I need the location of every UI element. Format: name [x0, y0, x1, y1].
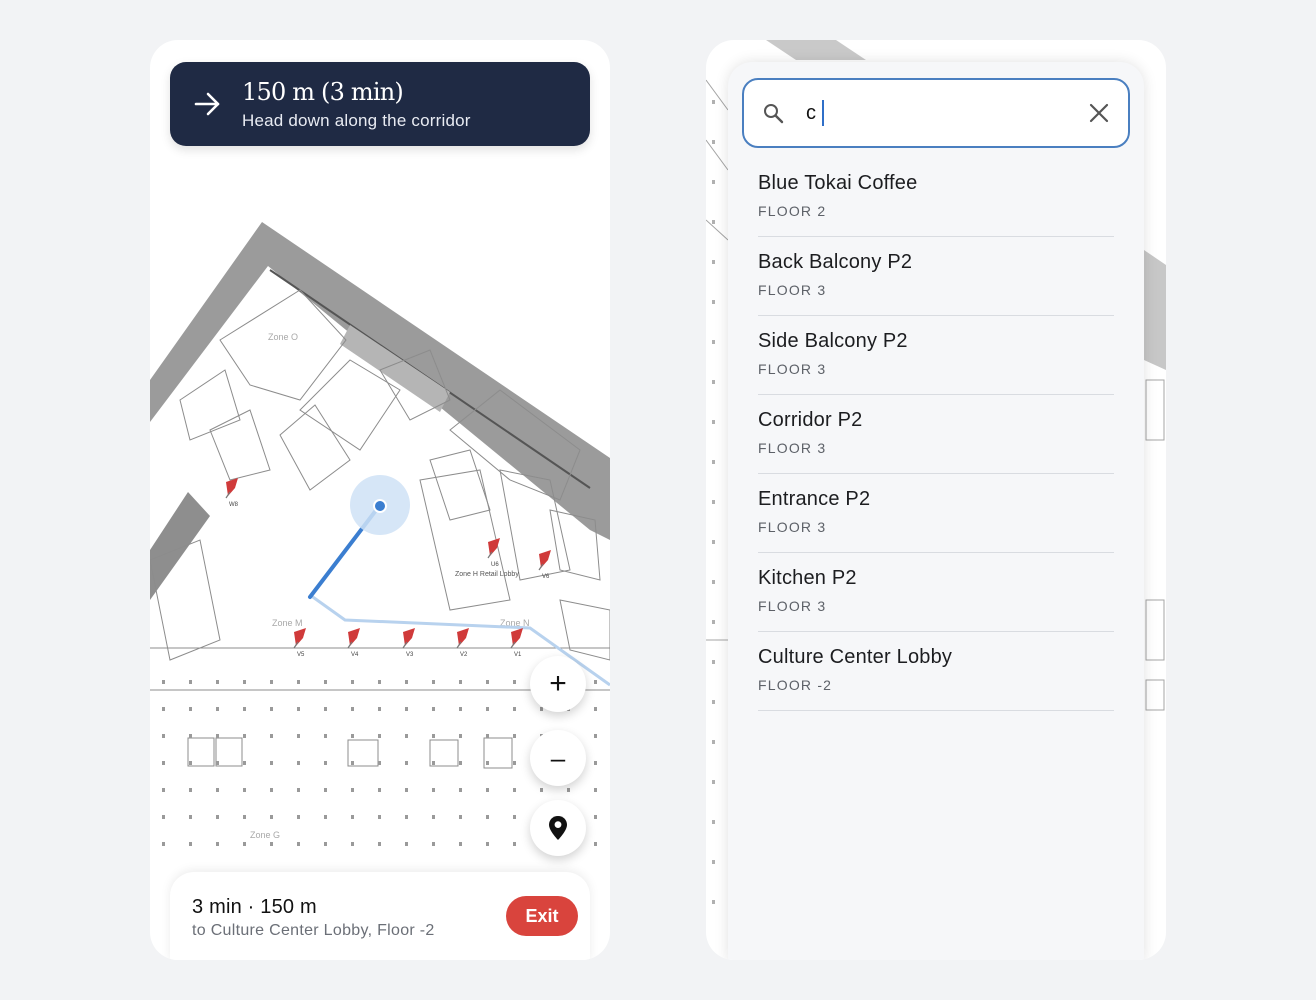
result-floor: FLOOR 3	[758, 440, 827, 456]
result-name: Side Balcony P2	[758, 330, 908, 352]
search-input[interactable]	[806, 98, 1066, 128]
search-results-list: Blue Tokai Coffee FLOOR 2 Back Balcony P…	[758, 158, 1114, 711]
zoom-in-button[interactable]: +	[530, 656, 586, 712]
map-pin-label: V3	[406, 652, 414, 658]
navigation-screen: Zone O Zone M Zone N Zone G Zone H Retai…	[150, 40, 610, 960]
zone-label: Zone H Retail Lobby	[455, 571, 519, 578]
plus-icon: +	[549, 667, 567, 700]
result-name: Culture Center Lobby	[758, 646, 953, 668]
result-floor: FLOOR 3	[758, 598, 827, 614]
result-floor: FLOOR 3	[758, 519, 827, 535]
map-pin-label: V1	[514, 652, 522, 658]
exit-navigation-button[interactable]: Exit	[506, 896, 578, 936]
result-name: Back Balcony P2	[758, 251, 913, 273]
search-result-item[interactable]: Kitchen P2 FLOOR 3	[758, 553, 1114, 632]
map-pin-label: U6	[491, 562, 499, 568]
search-result-item[interactable]: Culture Center Lobby FLOOR -2	[758, 632, 1114, 711]
user-location-dot	[373, 499, 387, 513]
text-cursor	[822, 100, 824, 126]
search-result-item[interactable]: Blue Tokai Coffee FLOOR 2	[758, 158, 1114, 237]
turn-instruction-banner: 150 m (3 min) Head down along the corrid…	[170, 62, 590, 146]
result-floor: FLOOR 2	[758, 203, 827, 219]
zone-label: Zone M	[272, 618, 303, 628]
location-pin-icon	[549, 816, 567, 840]
search-results-panel: Blue Tokai Coffee FLOOR 2 Back Balcony P…	[728, 62, 1144, 960]
map-pin-label: V6	[542, 574, 550, 580]
zone-label: Zone O	[268, 332, 298, 342]
map-pin-label: V4	[351, 652, 359, 658]
route-eta: 3 min · 150 m	[192, 896, 317, 918]
result-name: Blue Tokai Coffee	[758, 172, 918, 194]
search-result-item[interactable]: Back Balcony P2 FLOOR 3	[758, 237, 1114, 316]
instruction-detail: Head down along the corridor	[242, 111, 471, 130]
minus-icon: –	[550, 742, 566, 773]
result-name: Entrance P2	[758, 488, 871, 510]
map-pin-label: W8	[229, 502, 239, 508]
result-floor: FLOOR 3	[758, 361, 827, 377]
map-pin-label: V5	[297, 652, 305, 658]
search-result-item[interactable]: Corridor P2 FLOOR 3	[758, 395, 1114, 474]
result-floor: FLOOR -2	[758, 677, 833, 693]
search-icon	[764, 104, 784, 124]
close-icon[interactable]	[1088, 102, 1110, 124]
search-field[interactable]	[742, 78, 1130, 148]
recenter-location-button[interactable]	[530, 800, 586, 856]
result-floor: FLOOR 3	[758, 282, 827, 298]
search-screen: Blue Tokai Coffee FLOOR 2 Back Balcony P…	[706, 40, 1166, 960]
route-summary-card: 3 min · 150 m to Culture Center Lobby, F…	[170, 872, 590, 960]
zone-label: Zone G	[250, 830, 280, 840]
arrow-right-icon	[194, 92, 220, 116]
route-destination: to Culture Center Lobby, Floor -2	[192, 922, 435, 939]
map-pin-label: V2	[460, 652, 468, 658]
zoom-out-button[interactable]: –	[530, 730, 586, 786]
result-name: Corridor P2	[758, 409, 863, 431]
instruction-distance: 150 m (3 min)	[242, 78, 404, 106]
search-result-item[interactable]: Entrance P2 FLOOR 3	[758, 474, 1114, 553]
search-result-item[interactable]: Side Balcony P2 FLOOR 3	[758, 316, 1114, 395]
result-name: Kitchen P2	[758, 567, 857, 589]
